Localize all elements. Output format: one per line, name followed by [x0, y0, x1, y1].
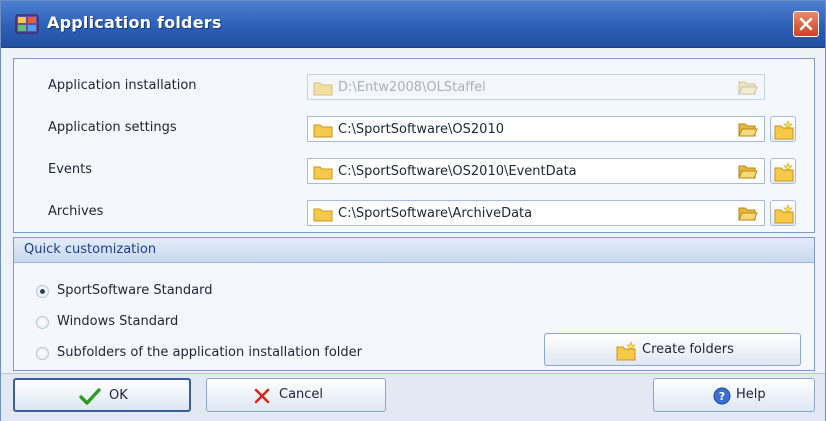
radio-button[interactable] — [36, 285, 49, 298]
browse-folder-icon[interactable] — [738, 205, 758, 221]
label-archives: Archives — [48, 204, 104, 219]
new-folder-button-archives[interactable] — [770, 200, 796, 226]
cancel-button[interactable]: Cancel — [206, 378, 386, 412]
label-application-settings: Application settings — [48, 120, 177, 135]
new-folder-icon — [774, 204, 794, 224]
help-label: Help — [736, 387, 766, 402]
new-folder-icon — [774, 162, 794, 182]
path-field-events[interactable]: C:\SportSoftware\OS2010\EventData — [307, 158, 765, 184]
radio-button[interactable] — [36, 347, 49, 360]
new-folder-icon — [774, 120, 794, 140]
help-button[interactable]: ? Help — [653, 378, 815, 412]
path-text: D:\Entw2008\OLStaffel — [338, 80, 486, 95]
close-icon — [799, 17, 813, 31]
path-field-application-settings[interactable]: C:\SportSoftware\OS2010 — [307, 116, 765, 142]
new-folder-button-events[interactable] — [770, 158, 796, 184]
app-icon — [15, 14, 39, 34]
path-text: C:\SportSoftware\OS2010 — [338, 122, 504, 137]
folders-panel: Application installation D:\Entw2008\OLS… — [13, 58, 815, 233]
quick-customization-panel: Quick customization SportSoftware Standa… — [13, 237, 815, 371]
create-folders-button[interactable]: Create folders — [544, 333, 801, 366]
browse-folder-icon[interactable] — [738, 121, 758, 137]
window-title: Application folders — [47, 13, 222, 32]
ok-button[interactable]: OK — [13, 378, 191, 412]
ok-label: OK — [109, 388, 128, 403]
browse-folder-icon[interactable] — [738, 163, 758, 179]
help-icon: ? — [713, 387, 731, 405]
radio-label: Windows Standard — [57, 314, 179, 329]
close-button[interactable] — [793, 11, 819, 37]
new-folder-icon — [616, 341, 636, 361]
folder-icon — [313, 124, 333, 138]
radio-label: Subfolders of the application installati… — [57, 345, 363, 360]
close-icon — [254, 388, 270, 404]
new-folder-button-application-settings[interactable] — [770, 116, 796, 142]
path-field-archives[interactable]: C:\SportSoftware\ArchiveData — [307, 200, 765, 226]
folder-icon — [313, 166, 333, 180]
dialog-window: Application folders Application installa… — [0, 0, 826, 421]
create-folders-label: Create folders — [642, 342, 734, 357]
label-events: Events — [48, 162, 93, 177]
radio-label: SportSoftware Standard — [57, 283, 213, 298]
label-application-installation: Application installation — [48, 78, 197, 93]
cancel-label: Cancel — [279, 387, 324, 402]
path-text: C:\SportSoftware\OS2010\EventData — [338, 164, 577, 179]
path-text: C:\SportSoftware\ArchiveData — [338, 206, 533, 221]
svg-text:?: ? — [719, 390, 725, 403]
title-bar[interactable]: Application folders — [1, 1, 825, 48]
quick-customization-title: Quick customization — [24, 242, 157, 257]
folder-icon — [313, 82, 333, 96]
footer-bar: OK Cancel ? Help — [1, 373, 825, 421]
path-field-application-installation: D:\Entw2008\OLStaffel — [307, 74, 765, 100]
radio-button[interactable] — [36, 316, 49, 329]
browse-folder-icon — [738, 81, 758, 95]
folder-icon — [313, 208, 333, 222]
checkmark-icon — [79, 388, 101, 405]
quick-customization-header: Quick customization — [14, 238, 814, 263]
